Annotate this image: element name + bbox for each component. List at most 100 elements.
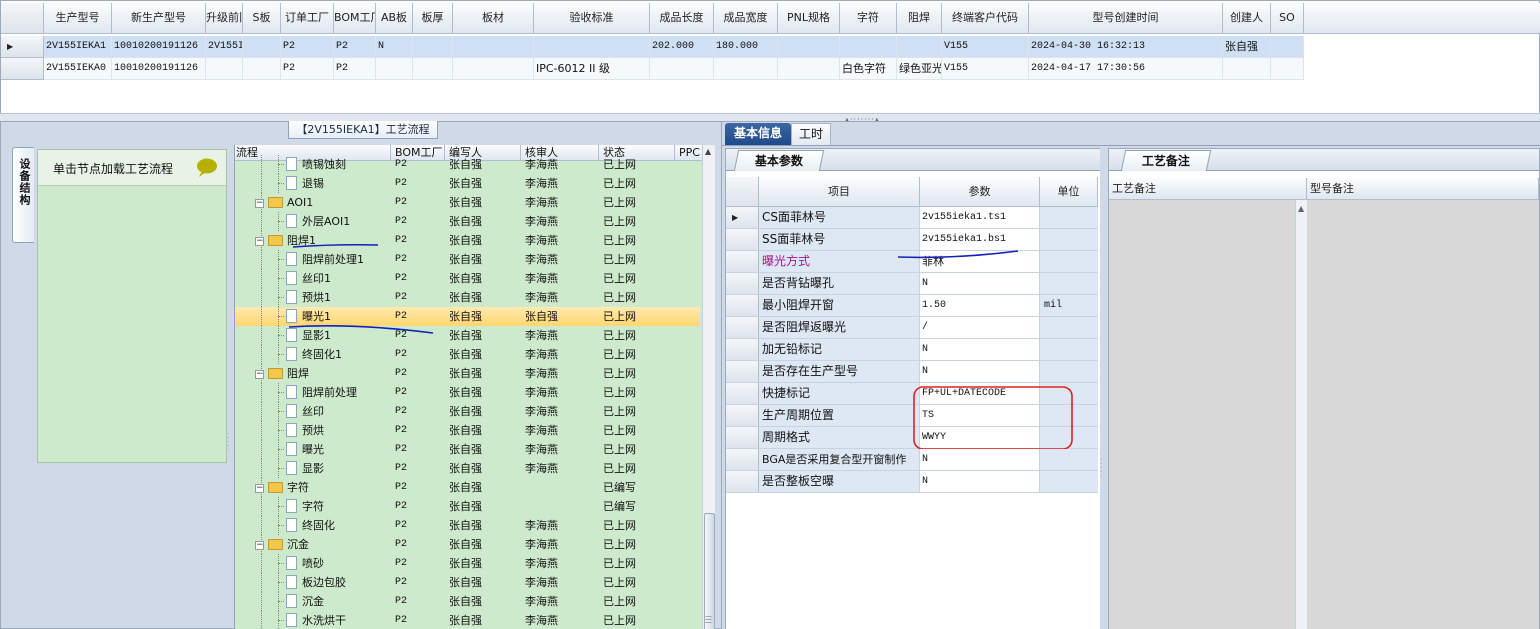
tree-cell[interactable]: P2 — [395, 212, 445, 231]
tree-cell[interactable]: 已上网 — [603, 307, 675, 326]
grid-col-header[interactable]: 创建人 — [1223, 3, 1271, 34]
grid-cell[interactable] — [1223, 58, 1271, 80]
tree-node[interactable]: 终固化1 P2 张自强 李海燕 已上网 — [235, 345, 700, 364]
param-row[interactable]: SS面菲林号 2v155ieka1.bs1 — [726, 229, 1098, 251]
tree-cell[interactable]: 张自强 — [449, 250, 521, 269]
param-value[interactable]: 2v155ieka1.bs1 — [920, 229, 1040, 250]
tree-cell[interactable]: 张自强 — [449, 383, 521, 402]
tree-cell[interactable]: 张自强 — [449, 212, 521, 231]
grid-cell[interactable] — [243, 58, 281, 80]
grid-col-header[interactable]: 型号创建时间 — [1029, 3, 1223, 34]
tree-node-label[interactable]: 预烘 — [277, 421, 391, 440]
tree-cell[interactable]: 张自强 — [449, 326, 521, 345]
tree-cell[interactable]: 李海燕 — [525, 269, 599, 288]
tree-cell[interactable]: 已上网 — [603, 516, 675, 535]
tree-cell[interactable]: P2 — [395, 307, 445, 326]
tree-cell[interactable]: 张自强 — [449, 592, 521, 611]
row-indicator[interactable]: ▶ — [1, 36, 44, 58]
notes-scrollbar[interactable]: ▲ — [1295, 200, 1307, 629]
tree-node-label[interactable]: 喷锡蚀刻 — [277, 155, 391, 174]
expand-icon[interactable]: − — [255, 483, 264, 493]
grid-cell[interactable]: P2 — [334, 58, 376, 80]
tree-node-label[interactable]: 终固化 — [277, 516, 391, 535]
tree-scrollbar[interactable]: ▲ — — — — [702, 145, 715, 629]
grid-col-header[interactable]: S板 — [243, 3, 281, 34]
tree-cell[interactable]: 张自强 — [449, 269, 521, 288]
tree-node[interactable]: − AOI1 P2 张自强 李海燕 已上网 — [235, 193, 700, 212]
param-row[interactable]: 加无铅标记 N — [726, 339, 1098, 361]
tree-cell[interactable]: P2 — [395, 383, 445, 402]
row-indicator[interactable] — [726, 295, 759, 316]
tree-cell[interactable]: 已上网 — [603, 364, 675, 383]
tree-node-label[interactable]: − 阻焊 — [255, 364, 391, 383]
tree-node-label[interactable]: 板边包胶 — [277, 573, 391, 592]
tree-cell[interactable]: 张自强 — [449, 402, 521, 421]
tree-cell[interactable]: P2 — [395, 478, 445, 497]
tree-cell[interactable]: 李海燕 — [525, 573, 599, 592]
row-indicator[interactable] — [726, 251, 759, 272]
grid-cell[interactable] — [453, 58, 534, 80]
row-indicator[interactable] — [726, 405, 759, 426]
param-row[interactable]: 快捷标记 FP+UL+DATECODE — [726, 383, 1098, 405]
grid-cell[interactable]: 白色字符 — [840, 58, 897, 80]
grid-cell[interactable] — [413, 36, 453, 58]
grid-cell[interactable] — [453, 36, 534, 58]
tab-work-hours[interactable]: 工时 — [791, 123, 831, 145]
tree-cell[interactable]: P2 — [395, 459, 445, 478]
grid-col-header[interactable]: 板材 — [453, 3, 534, 34]
tree-cell[interactable]: 已上网 — [603, 611, 675, 629]
tree-node[interactable]: 显影1 P2 张自强 李海燕 已上网 — [235, 326, 700, 345]
tree-node-label[interactable]: 沉金 — [277, 592, 391, 611]
tree-cell[interactable]: 已上网 — [603, 155, 675, 174]
grid-col-header[interactable]: BOM工厂 — [334, 3, 376, 34]
tree-cell[interactable]: P2 — [395, 535, 445, 554]
expand-icon[interactable]: − — [255, 198, 264, 208]
tree-cell[interactable]: 已上网 — [603, 554, 675, 573]
tree-cell[interactable]: 已上网 — [603, 212, 675, 231]
grid-col-header[interactable]: 成品长度 — [650, 3, 714, 34]
tree-cell[interactable]: 张自强 — [449, 440, 521, 459]
tree-node[interactable]: − 阻焊1 P2 张自强 李海燕 已上网 — [235, 231, 700, 250]
tab-process-notes[interactable]: 工艺备注 — [1120, 150, 1212, 171]
tree-node-label[interactable]: 字符 — [277, 497, 391, 516]
params-col-header[interactable]: 项目 — [759, 177, 920, 207]
tree-cell[interactable]: 已编写 — [603, 478, 675, 497]
tree-node-label[interactable]: 阻焊前处理 — [277, 383, 391, 402]
tree-node[interactable]: 预烘1 P2 张自强 李海燕 已上网 — [235, 288, 700, 307]
row-indicator[interactable] — [726, 427, 759, 448]
tree-cell[interactable]: 张自强 — [449, 554, 521, 573]
param-row[interactable]: 是否存在生产型号 N — [726, 361, 1098, 383]
param-row[interactable]: 是否背钻曝孔 N — [726, 273, 1098, 295]
tree-cell[interactable]: 已上网 — [603, 383, 675, 402]
grid-cell[interactable]: IPC-6012 II 级 — [534, 58, 650, 80]
tree-cell[interactable]: 张自强 — [449, 231, 521, 250]
row-indicator[interactable] — [726, 471, 759, 492]
tree-node[interactable]: 水洗烘干 P2 张自强 李海燕 已上网 — [235, 611, 700, 629]
tree-cell[interactable]: 张自强 — [449, 288, 521, 307]
tree-node[interactable]: 字符 P2 张自强 已编写 — [235, 497, 700, 516]
tree-cell[interactable]: 张自强 — [449, 478, 521, 497]
tree-cell[interactable]: 张自强 — [449, 459, 521, 478]
scroll-up-icon[interactable]: ▲ — [705, 147, 711, 156]
row-indicator[interactable] — [726, 361, 759, 382]
grid-cell[interactable]: 180.000 — [714, 36, 778, 58]
grid-col-header[interactable]: 升级前旧生产型号 — [206, 3, 243, 34]
tree-cell[interactable]: P2 — [395, 440, 445, 459]
tree-node-label[interactable]: 丝印1 — [277, 269, 391, 288]
tree-node-label[interactable]: − 沉金 — [255, 535, 391, 554]
tree-node[interactable]: 终固化 P2 张自强 李海燕 已上网 — [235, 516, 700, 535]
param-row[interactable]: 是否整板空曝 N — [726, 471, 1098, 493]
tree-cell[interactable] — [525, 497, 599, 516]
tree-cell[interactable]: P2 — [395, 345, 445, 364]
grid-cell[interactable]: 2V155IEKA0 — [44, 58, 112, 80]
grid-cell[interactable] — [1271, 36, 1304, 58]
param-row[interactable]: ▶ CS面菲林号 2v155ieka1.ts1 — [726, 207, 1098, 229]
grid-cell[interactable] — [714, 58, 778, 80]
tree-cell[interactable]: P2 — [395, 573, 445, 592]
tree-node[interactable]: 沉金 P2 张自强 李海燕 已上网 — [235, 592, 700, 611]
param-row[interactable]: 周期格式 WWYY — [726, 427, 1098, 449]
grid-cell[interactable]: P2 — [281, 36, 334, 58]
grid-cell[interactable] — [534, 36, 650, 58]
param-value[interactable]: FP+UL+DATECODE — [920, 383, 1040, 404]
tree-cell[interactable]: 张自强 — [525, 307, 599, 326]
